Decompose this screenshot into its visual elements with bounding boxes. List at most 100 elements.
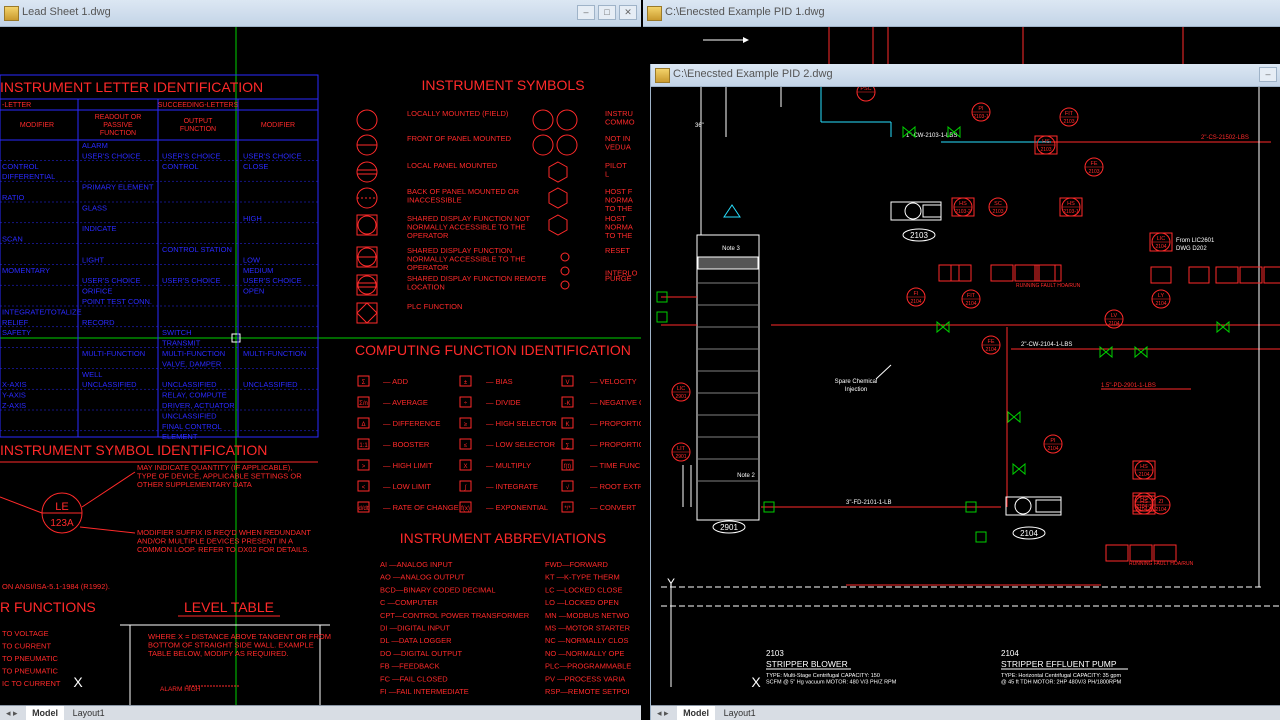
col-header: READOUT OR	[95, 114, 142, 121]
pid2-drawing[interactable]: 36"2"-CS-21502-LBS1"-CW-2103-1-LBS2"-CW-…	[651, 87, 1280, 706]
abbreviation-item: FC —FAIL CLOSED	[380, 674, 448, 683]
right-front-window[interactable]: C:\Enecsted Example PID 2.dwg – 36" 2"-CS…	[650, 64, 1280, 720]
letter-table-cell: USER'S CHOICE	[243, 151, 302, 160]
instrument-tag-number: 2103-1	[973, 114, 989, 120]
symbol-description: PURGE	[605, 274, 632, 283]
leader-line	[875, 364, 892, 380]
function-glyph: <	[362, 485, 366, 491]
tab-model[interactable]: Model	[26, 706, 65, 720]
function-label: — AVERAGE	[383, 398, 428, 407]
instrument-tag-number: 2104	[1108, 321, 1119, 327]
abbreviation-item: NO —NORMALLY OPE	[545, 649, 624, 658]
letter-table-cell: USER'S CHOICE	[82, 151, 141, 160]
tab-scroll-arrows[interactable]: ◂ ▸	[651, 706, 675, 720]
right-front-title-bar[interactable]: C:\Enecsted Example PID 2.dwg –	[651, 64, 1280, 87]
minimize-icon[interactable]: –	[1259, 67, 1277, 82]
function-label: — MULTIPLY	[486, 461, 531, 470]
left-title-bar[interactable]: Lead Sheet 1.dwg – □ ✕	[0, 0, 641, 27]
maximize-icon[interactable]: □	[598, 5, 616, 20]
function-glyph: V	[565, 380, 569, 386]
blower-motor	[922, 204, 942, 218]
instrument-tag-letters: FE	[987, 339, 994, 345]
function-glyph: ≥	[464, 422, 468, 428]
right-cad-canvas[interactable]: 36" 2"-CS-21502-LBS 1"-CW-2103-1-LBS 2"-CW-…	[651, 87, 1280, 720]
instrument-tag-number: 2104	[1155, 301, 1166, 307]
close-icon[interactable]: ✕	[619, 5, 637, 20]
instrument-tag-letters: LY	[1158, 293, 1165, 299]
instrument-tag-number: 2104	[1155, 244, 1166, 250]
instrument-tag-number: 2104-1	[1136, 504, 1152, 510]
function-glyph: ÷	[464, 401, 468, 407]
col-header: MODIFIER	[20, 122, 54, 129]
tab-scroll-arrows[interactable]: ◂ ▸	[0, 706, 24, 720]
left-cad-canvas[interactable]: INSTRUMENT LETTER IDENTIFICATION -LETTER S…	[0, 27, 641, 720]
letter-table-cell: POINT TEST CONN.	[82, 297, 152, 306]
legend-sheet-drawing[interactable]: INSTRUMENT LETTER IDENTIFICATION -LETTER S…	[0, 27, 641, 706]
letter-table-cell: DRIVER, ACTUATOR	[162, 401, 235, 410]
letter-table-cell: LIGHT	[82, 255, 105, 264]
function-label: — ROOT EXTR	[590, 482, 641, 491]
symbol-box	[356, 214, 378, 236]
function-label: — HIGH LIMIT	[383, 461, 433, 470]
status-indicator-box	[1188, 266, 1210, 284]
ansi-note: ON ANSI/ISA-5.1-1984 (R1992).	[2, 582, 110, 591]
status-indicator-box	[1014, 264, 1038, 282]
tab-model[interactable]: Model	[677, 706, 716, 720]
function-glyph: -K	[565, 401, 571, 407]
function-glyph: 1:1	[359, 443, 368, 449]
ucs-y-marker: Y	[667, 576, 675, 590]
instrument-tag-letters: LIC	[1157, 236, 1166, 242]
leader-line	[79, 526, 136, 534]
symbol-bubble	[556, 109, 578, 131]
right-back-title-bar[interactable]: C:\Enecsted Example PID 1.dwg	[643, 0, 1280, 27]
line-label: 1.5"-PD-2901-1-LBS	[1101, 383, 1156, 389]
instrument-tag-letters: FIT	[1065, 111, 1074, 117]
function-glyph: ∑	[565, 443, 569, 449]
instrument-tag-number: 2103	[1040, 147, 1051, 153]
status-label: RUNNING FAULT HOA/RUN	[1129, 561, 1194, 567]
control-valve	[936, 320, 950, 334]
pump-spec: TYPE: Horizontal Centrifugal CAPACITY: 3…	[1001, 673, 1121, 679]
function-label: — BIAS	[486, 377, 513, 386]
function-label: — LOW LIMIT	[383, 482, 431, 491]
left-drawing-window[interactable]: Lead Sheet 1.dwg – □ ✕ INSTRUMENT LETTER…	[0, 0, 641, 720]
valve-box	[656, 311, 668, 323]
function-label: — NEGATIVE C	[590, 398, 641, 407]
symbol-diamond	[356, 302, 378, 324]
letter-table-cell: FINAL CONTROL	[162, 422, 222, 431]
letter-table-cell: SCAN	[2, 235, 23, 244]
instrument-tag-letters: FI	[914, 291, 919, 297]
letter-table-cell: LOW	[243, 255, 261, 264]
pump-motor	[1035, 499, 1062, 513]
status-label: RUNNING FAULT HOA/RUN	[1016, 283, 1081, 289]
status-indicator-box	[1034, 264, 1056, 282]
letter-table-cell: MOMENTARY	[2, 266, 50, 275]
tab-layout1[interactable]: Layout1	[67, 706, 111, 720]
instrument-tag-letters: HS	[1067, 201, 1075, 207]
instrument-tag-number: 2104	[1138, 472, 1149, 478]
symbol-description: FRONT OF PANEL MOUNTED	[407, 134, 512, 143]
instrument-tag-number: 2103	[1088, 169, 1099, 175]
blower-spec: SCFM @ 5" Hg vacuum MOTOR: 480 V/3 PH/Z …	[766, 680, 897, 686]
minimize-icon[interactable]: –	[577, 5, 595, 20]
function-glyph: X	[463, 464, 467, 470]
letter-table-cell: MULTI-FUNCTION	[82, 349, 145, 358]
symbol-bubble	[556, 134, 578, 156]
status-indicator-box	[950, 264, 972, 282]
level-note: TABLE BELOW, MODIFY AS REQUIRED.	[148, 649, 289, 658]
right-back-window-title: C:\Enecsted Example PID 1.dwg	[665, 6, 825, 18]
letter-table-cell: Y-AXIS	[2, 391, 26, 400]
abbreviation-item: RSP—REMOTE SETPOI	[545, 687, 630, 696]
letter-table-cell: MULTI-FUNCTION	[243, 349, 306, 358]
instrument-tag-number: 2103-2	[955, 209, 971, 215]
letter-table-cell: TRANSMIT	[162, 339, 201, 348]
right-front-window-title: C:\Enecsted Example PID 2.dwg	[673, 68, 833, 80]
symbol-description: INACCESSIBLE	[407, 196, 462, 205]
tab-layout1[interactable]: Layout1	[718, 706, 762, 720]
symbol-hexagon	[548, 161, 568, 183]
letter-table-cell: USER'S CHOICE	[82, 276, 141, 285]
function-label: — LOW SELECTOR	[486, 440, 556, 449]
instrument-tag-letters: HS	[1140, 496, 1148, 502]
letter-table-cell: PRIMARY ELEMENT	[82, 183, 154, 192]
letter-table-cell: ALARM	[82, 141, 108, 150]
